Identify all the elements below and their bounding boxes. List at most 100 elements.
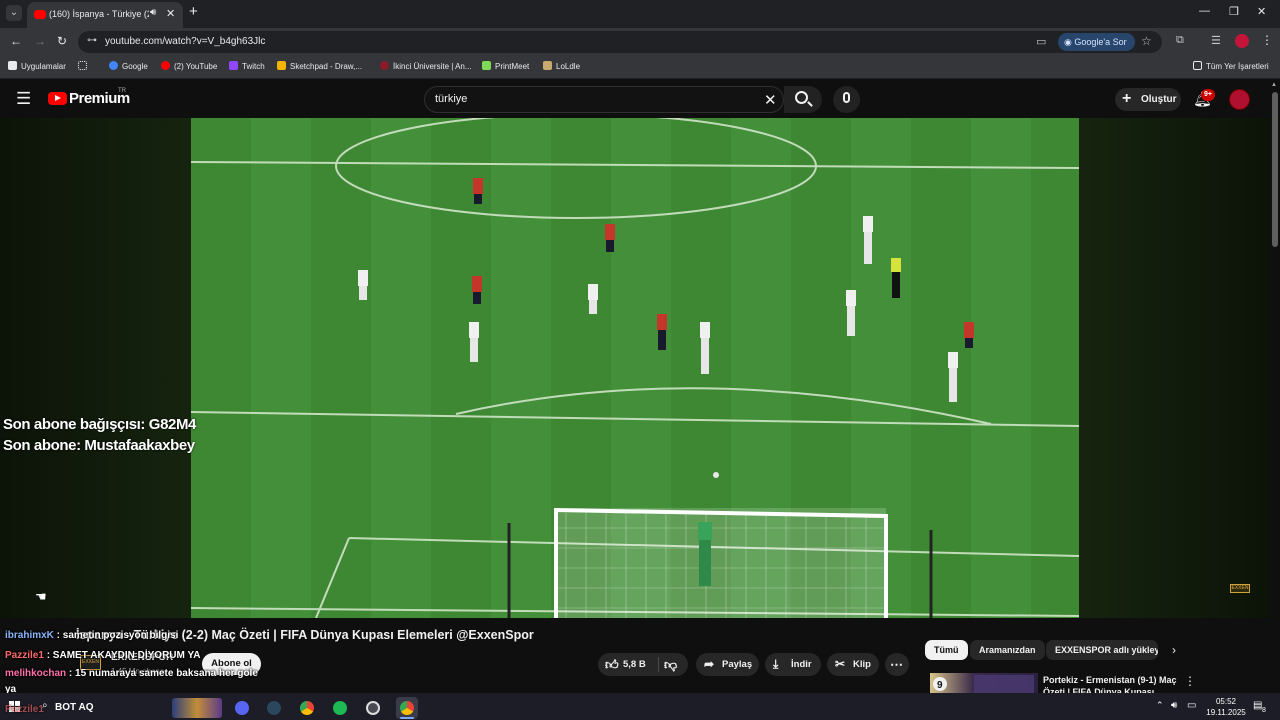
channel-watermark[interactable]: EXXEN <box>1230 584 1250 593</box>
recommendation-menu-icon[interactable]: ⋮ <box>1184 674 1196 688</box>
volume-icon[interactable]: 🔊︎ <box>1171 700 1177 711</box>
stream-overlay-last-donor: Son abone bağışçısı: G82M4 <box>3 416 196 433</box>
more-actions-button[interactable]: ⋯ <box>885 653 909 676</box>
ambient-background-left <box>0 118 191 618</box>
goal-net <box>507 507 933 618</box>
site-info-icon[interactable]: ⊶ <box>87 35 97 46</box>
chip-from-search[interactable]: Aramanızdan <box>970 640 1045 660</box>
scrollbar-thumb[interactable] <box>1272 92 1278 247</box>
bookmark-youtube[interactable]: (2) YouTube <box>161 61 217 71</box>
spotify-app-icon[interactable] <box>329 697 351 719</box>
dislike-icon[interactable]: 👎︎ <box>664 653 677 676</box>
address-bar[interactable]: ⊶ youtube.com/watch?v=V_b4gh63Jlc ▭ ◉ Go… <box>78 31 1162 53</box>
widgets-button[interactable] <box>172 698 222 718</box>
chip-all[interactable]: Tümü <box>925 640 968 660</box>
ball <box>713 472 719 478</box>
grid-icon <box>78 61 87 70</box>
bookmark-university[interactable]: İkinci Üniversite | An... <box>380 61 472 71</box>
youtube-favicon-icon <box>34 10 46 19</box>
bookmark-twitch[interactable]: Twitch <box>229 61 265 71</box>
cast-icon[interactable]: ▭ <box>1036 35 1046 48</box>
player-white <box>700 322 710 374</box>
apps-grid-button[interactable] <box>78 61 91 71</box>
download-icon: ⤓ <box>773 657 779 671</box>
clock-time[interactable]: 05:52 <box>1206 697 1246 706</box>
discord-app-icon[interactable] <box>231 697 253 719</box>
minimize-button[interactable]: — <box>1199 5 1210 17</box>
scroll-up-arrow-icon[interactable]: ▲ <box>1271 82 1277 88</box>
forward-button[interactable]: → <box>34 34 46 48</box>
chat-username: ibrahimxK <box>5 630 54 641</box>
bookmarks-bar: Uygulamalar Google (2) YouTube Twitch Sk… <box>0 55 1280 79</box>
reload-button[interactable]: ↻ <box>57 34 67 48</box>
url-text[interactable]: youtube.com/watch?v=V_b4gh63Jlc <box>105 36 265 47</box>
clear-search-icon[interactable]: ✕ <box>764 91 777 109</box>
player-white <box>469 322 479 362</box>
search-icon <box>795 91 808 104</box>
like-divider <box>658 657 659 672</box>
active-app-indicator <box>400 717 414 719</box>
all-bookmarks-folder[interactable]: Tüm Yer İşaretleri <box>1193 61 1269 71</box>
chat-message: melihkochan : 15 numaraya samete baksana… <box>5 668 258 679</box>
video-player[interactable] <box>191 118 1079 618</box>
thumbnail-image: 9 <box>933 675 1034 693</box>
browser-tab-active[interactable]: (160) İspanya - Türkiye (2-2) 🔊︎ ✕ <box>27 2 183 28</box>
create-button[interactable]: + Oluştur <box>1115 88 1181 111</box>
clock-date[interactable]: 19.11.2025 <box>1202 708 1250 717</box>
microphone-icon <box>843 92 850 103</box>
account-avatar[interactable] <box>1229 89 1250 110</box>
chevron-right-icon[interactable]: › <box>1172 643 1176 657</box>
steam-app-icon[interactable] <box>263 697 285 719</box>
tab-close-icon[interactable]: ✕ <box>166 7 175 20</box>
tray-overflow-icon[interactable]: ⌃ <box>1156 700 1164 711</box>
google-lens-button[interactable]: ◉ Google'a Sor <box>1058 33 1135 51</box>
notification-badge: 9+ <box>1201 89 1215 101</box>
like-dislike-group: 👍︎ 5,8 B 👎︎ <box>598 653 688 676</box>
new-tab-button[interactable]: + <box>189 4 198 20</box>
media-control-icon[interactable]: ☰ <box>1211 34 1221 47</box>
like-icon[interactable]: 👍︎ <box>605 653 619 676</box>
bookmark-sketchpad[interactable]: Sketchpad - Draw,... <box>277 61 362 71</box>
chat-text: : sametin pozisyon bilgisi <box>53 630 179 641</box>
chrome-profile-app-icon[interactable] <box>396 697 418 719</box>
speaker-icon[interactable]: 🔊︎ <box>150 7 156 18</box>
like-count[interactable]: 5,8 B <box>623 653 646 676</box>
tab-search-button[interactable]: ⌄ <box>6 5 22 21</box>
bookmark-star-icon[interactable]: ☆ <box>1141 34 1152 48</box>
chrome-app-icon[interactable] <box>296 697 318 719</box>
bookmark-loldle[interactable]: LoLdle <box>543 61 580 71</box>
goalkeeper <box>698 522 712 586</box>
football-match-frame <box>191 118 1079 618</box>
chip-channel[interactable]: EXXENSPOR adlı yükleyi <box>1046 640 1158 660</box>
extensions-icon[interactable]: ⧉ <box>1176 34 1184 47</box>
bookmark-printmeet[interactable]: PrintMeet <box>482 61 529 71</box>
recommendation-thumbnail[interactable]: 9 <box>930 673 1038 693</box>
guide-menu-icon[interactable]: ☰ <box>16 90 31 107</box>
chat-username-faded: Pazzile1 <box>5 704 44 715</box>
player-white <box>588 284 598 314</box>
taskbar-search-text[interactable]: BOT AQ <box>55 702 94 713</box>
download-button[interactable]: ⤓ İndir <box>765 653 821 676</box>
player-red <box>473 178 483 204</box>
share-icon: ➦ <box>704 657 715 671</box>
google-lens-icon: ◉ <box>1064 37 1075 47</box>
bookmark-apps[interactable]: Uygulamalar <box>8 61 66 71</box>
browser-menu-icon[interactable]: ⋮ <box>1261 33 1273 47</box>
scissors-icon: ✂ <box>835 657 846 671</box>
tab-title: (160) İspanya - Türkiye (2-2) <box>49 9 149 19</box>
share-button[interactable]: ➦ Paylaş <box>696 653 759 676</box>
back-button[interactable]: ← <box>10 34 22 48</box>
network-icon[interactable]: ▭ <box>1187 700 1196 711</box>
restore-button[interactable]: ❐ <box>1229 5 1239 18</box>
search-box[interactable]: türkiye ✕ <box>424 86 784 113</box>
bookmark-google[interactable]: Google <box>109 61 148 71</box>
search-button[interactable] <box>784 86 822 113</box>
obs-app-icon[interactable] <box>362 697 384 719</box>
youtube-logo-icon[interactable] <box>48 92 67 105</box>
close-window-button[interactable]: ✕ <box>1257 5 1266 18</box>
stream-overlay-last-subscriber: Son abone: Mustafaakaxbey <box>3 437 195 454</box>
voice-search-button[interactable] <box>833 86 860 113</box>
search-input[interactable]: türkiye <box>435 93 467 105</box>
clip-button[interactable]: ✂ Klip <box>827 653 879 676</box>
profile-avatar[interactable] <box>1235 34 1249 48</box>
